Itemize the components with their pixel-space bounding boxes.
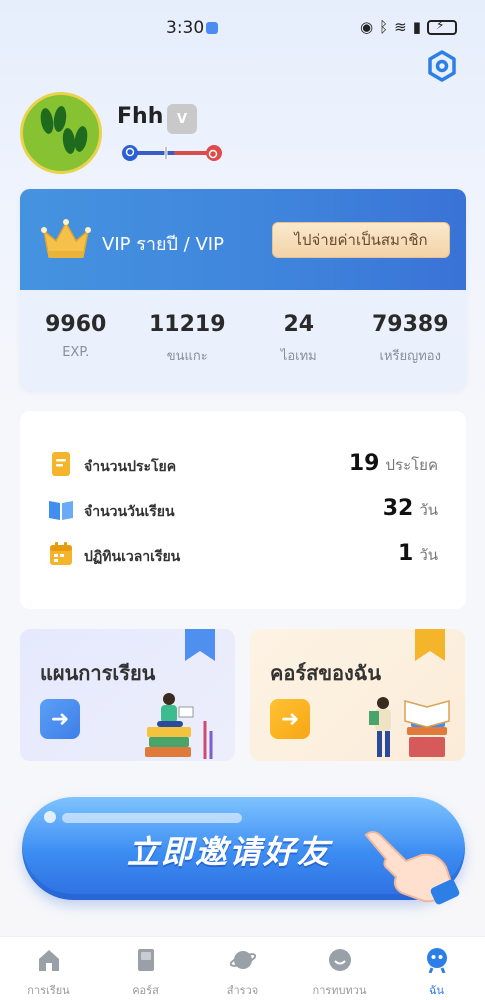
info-value: 32 xyxy=(382,496,414,521)
stat-label: EXP. xyxy=(62,345,90,360)
my-course-card[interactable]: คอร์สของฉัน ➜ xyxy=(250,629,465,761)
vip-subscribe-button[interactable]: ไปจ่ายค่าเป็นสมาชิก xyxy=(272,222,450,258)
vip-header: VIP รายปี / VIP ไปจ่ายค่าเป็นสมาชิก xyxy=(20,189,466,290)
bookmark-icon xyxy=(415,629,445,661)
arrow-right-icon[interactable]: ➜ xyxy=(270,699,310,739)
bookmark-icon xyxy=(185,629,215,661)
nav-label: การทบทวน xyxy=(312,984,367,997)
nav-label: การเรียน xyxy=(27,984,70,997)
pointing-hand-icon xyxy=(364,831,460,905)
nav-label: สำรวจ xyxy=(226,984,259,997)
eye-icon: ◉ xyxy=(360,18,374,36)
notification-icon xyxy=(206,22,218,34)
invite-friends-banner[interactable]: 立即邀请好友 xyxy=(22,797,465,905)
info-value: 1 xyxy=(398,541,414,566)
wifi-icon: ≋ xyxy=(394,18,407,36)
info-row-calendar[interactable]: ปฏิทินเวลาเรียน 1 วัน xyxy=(20,539,466,571)
female-icon xyxy=(122,145,138,161)
status-bar: 3:30 ◉ ᛒ ≋ ▮ xyxy=(0,0,485,56)
profile-icon xyxy=(426,948,447,973)
stat-label: เหรียญทอง xyxy=(379,349,441,364)
nav-item-learn[interactable]: การเรียน xyxy=(0,937,97,1000)
book-icon xyxy=(137,949,154,971)
stat-value: 24 xyxy=(283,312,315,337)
nav-item-explore[interactable]: สำรวจ xyxy=(194,937,291,1000)
nav-label: คอร์ส xyxy=(132,984,159,997)
settings-icon[interactable] xyxy=(426,50,458,82)
reading-person-illustration xyxy=(145,693,213,759)
stat-value: 9960 xyxy=(45,312,107,337)
arrow-right-icon[interactable]: ➜ xyxy=(40,699,80,739)
stat-coins[interactable]: 79389 เหรียญทอง xyxy=(355,290,467,390)
alert-icon: ▮ xyxy=(412,18,421,36)
nav-item-review[interactable]: การทบทวน xyxy=(291,937,388,1000)
document-icon xyxy=(52,452,70,476)
invite-friends-text: 立即邀请好友 xyxy=(127,833,332,871)
home-icon xyxy=(38,950,59,971)
stats-row: 9960 EXP. 11219 ขนแกะ 24 ไอเทม 79389 เหร… xyxy=(20,290,466,390)
battery-icon xyxy=(427,18,457,35)
info-unit: วัน xyxy=(419,501,438,519)
books-person-illustration xyxy=(369,697,450,757)
stat-value: 11219 xyxy=(148,312,226,337)
status-time: 3:30 xyxy=(166,18,205,38)
nav-item-courses[interactable]: คอร์ส xyxy=(97,937,194,1000)
info-label: จำนวนวันเรียน xyxy=(84,504,175,520)
info-label: จำนวนประโยค xyxy=(84,459,177,475)
leaf-avatar-icon xyxy=(40,106,88,154)
nav-label: ฉัน xyxy=(428,984,444,997)
smile-icon xyxy=(328,949,351,971)
info-value: 19 xyxy=(348,451,380,476)
stat-items[interactable]: 24 ไอเทม xyxy=(243,290,355,390)
avatar[interactable] xyxy=(20,92,102,174)
study-info-card: จำนวนประโยค 19 ประโยค จำนวนวันเรียน 32 ว… xyxy=(20,411,466,609)
vip-badge: V xyxy=(167,104,197,134)
info-unit: วัน xyxy=(419,546,438,564)
gender-slider xyxy=(122,145,222,161)
crown-icon xyxy=(41,219,91,258)
stat-value: 79389 xyxy=(371,312,449,337)
bluetooth-icon: ᛒ xyxy=(379,18,389,36)
stat-exp[interactable]: 9960 EXP. xyxy=(20,290,132,390)
calendar-icon xyxy=(50,542,72,565)
stat-label: ขนแกะ xyxy=(166,349,208,364)
nav-item-me[interactable]: ฉัน xyxy=(388,937,485,1000)
study-plan-card[interactable]: แผนการเรียน ➜ xyxy=(20,629,235,761)
username: Fhh xyxy=(117,104,164,129)
info-row-sentences[interactable]: จำนวนประโยค 19 ประโยค xyxy=(20,449,466,481)
planet-icon xyxy=(229,951,256,969)
info-row-study-days[interactable]: จำนวนวันเรียน 32 วัน xyxy=(20,494,466,526)
book-icon xyxy=(49,501,73,520)
stat-wool[interactable]: 11219 ขนแกะ xyxy=(132,290,244,390)
male-icon xyxy=(206,145,222,161)
bottom-nav: การเรียน คอร์ส สำรวจ การทบทวน ฉัน xyxy=(0,936,485,1000)
vip-title: VIP รายปี / VIP xyxy=(102,234,224,255)
info-label: ปฏิทินเวลาเรียน xyxy=(84,549,181,565)
stat-label: ไอเทม xyxy=(280,349,317,364)
info-unit: ประโยค xyxy=(385,456,438,474)
vip-card: VIP รายปี / VIP ไปจ่ายค่าเป็นสมาชิก 9960… xyxy=(20,189,466,390)
